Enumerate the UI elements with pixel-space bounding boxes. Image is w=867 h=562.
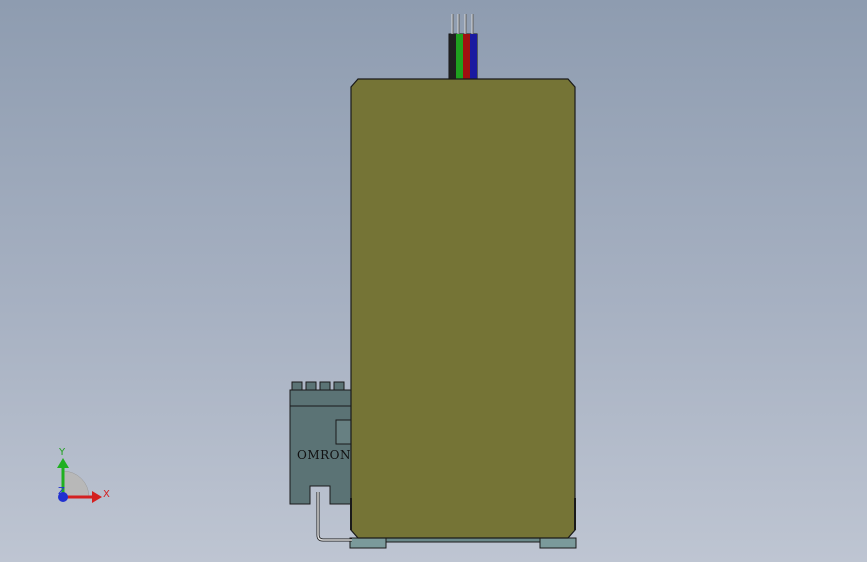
axis-triad: Y X Z bbox=[57, 447, 110, 503]
y-axis-arrow bbox=[57, 458, 69, 468]
cad-viewport[interactable]: OMRON Y X Z bbox=[0, 0, 867, 562]
base-feet bbox=[349, 537, 577, 549]
wire-blue bbox=[470, 34, 477, 80]
x-axis-label: X bbox=[103, 489, 110, 500]
relay-module: OMRON bbox=[289, 381, 353, 542]
wire-red bbox=[463, 34, 470, 80]
x-axis-arrow bbox=[92, 491, 102, 503]
z-axis-label: Z bbox=[58, 486, 65, 497]
wire-tips bbox=[452, 14, 474, 34]
cable-wires bbox=[448, 14, 478, 81]
wire-black bbox=[450, 34, 456, 80]
y-axis-label: Y bbox=[58, 447, 66, 458]
omron-label: OMRON bbox=[297, 448, 351, 462]
wire-green bbox=[456, 34, 463, 80]
main-enclosure bbox=[350, 78, 576, 539]
